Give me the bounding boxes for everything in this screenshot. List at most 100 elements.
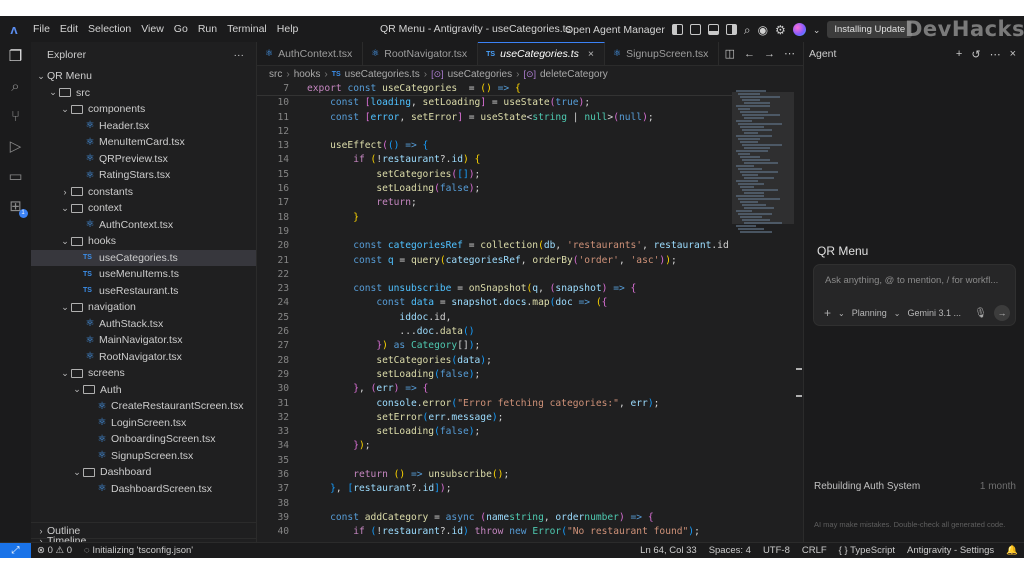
tree-file[interactable]: ⚛ LoginScreen.tsx	[31, 415, 256, 432]
tab-signupscreen[interactable]: ⚛ SignupScreen.tsx	[605, 42, 720, 65]
source-control-icon[interactable]: ⑂	[7, 108, 25, 126]
tree-file[interactable]: ⚛ CreateRestaurantScreen.tsx	[31, 398, 256, 415]
close-icon[interactable]: ×	[1010, 48, 1016, 61]
mode-select[interactable]: Planning	[852, 308, 887, 318]
recent-conversation[interactable]: Rebuilding Auth System 1 month	[814, 481, 1016, 492]
indentation[interactable]: Spaces: 4	[703, 545, 757, 556]
settings-gear-icon[interactable]: ⚙	[775, 24, 786, 36]
send-button[interactable]: →	[994, 305, 1010, 321]
menu-edit[interactable]: Edit	[55, 23, 83, 35]
remote-indicator-icon[interactable]: ⤢	[0, 542, 31, 558]
add-context-icon[interactable]: +	[824, 306, 831, 320]
avatar[interactable]	[792, 23, 806, 36]
notifications-bell-icon[interactable]: 🔔	[1000, 545, 1024, 556]
problems-indicator[interactable]: ⊗ 0 ⚠ 0	[31, 545, 78, 556]
extensions-badge: 1	[18, 209, 28, 218]
history-icon[interactable]: ↺	[971, 48, 980, 61]
menu-run[interactable]: Run	[193, 23, 222, 35]
agent-prompt-box[interactable]: Ask anything, @ to mention, / for workfl…	[813, 264, 1016, 326]
encoding[interactable]: UTF-8	[757, 545, 796, 556]
close-icon[interactable]: ×	[588, 48, 594, 60]
cursor-position[interactable]: Ln 64, Col 33	[634, 545, 703, 556]
menu-terminal[interactable]: Terminal	[222, 23, 272, 35]
code-token: return	[353, 469, 394, 481]
minimap-line	[742, 114, 780, 116]
settings-link[interactable]: Antigravity - Settings	[901, 545, 1000, 556]
run-debug-icon[interactable]: ▷	[7, 138, 25, 156]
menu-view[interactable]: View	[136, 23, 169, 35]
tree-file[interactable]: ⚛ SignupScreen.tsx	[31, 448, 256, 465]
tree-file[interactable]: ⚛ DashboardScreen.tsx	[31, 481, 256, 498]
search-icon[interactable]: ⌕	[7, 78, 25, 96]
tree-file[interactable]: ⚛ QRPreview.tsx	[31, 151, 256, 168]
menu-file[interactable]: File	[28, 23, 55, 35]
tree-item-label: OnboardingScreen.tsx	[111, 433, 216, 446]
tree-file[interactable]: ⚛ MenuItemCard.tsx	[31, 134, 256, 151]
explorer-more-icon[interactable]: ···	[234, 49, 245, 61]
tree-file[interactable]: TS useRestaurant.ts	[31, 283, 256, 300]
code-token: =	[451, 283, 469, 295]
agent-prompt-input[interactable]: Ask anything, @ to mention, / for workfl…	[825, 275, 1010, 286]
code-token: export	[307, 83, 348, 94]
tree-file[interactable]: TS useMenuItems.ts	[31, 266, 256, 283]
tree-folder[interactable]: ⌄ Auth	[31, 382, 256, 399]
menu-help[interactable]: Help	[272, 23, 304, 35]
tree-folder[interactable]: ⌄ QR Menu	[31, 68, 256, 85]
tab-authcontext[interactable]: ⚛ AuthContext.tsx	[257, 42, 364, 65]
microphone-icon[interactable]: 🎙	[974, 308, 987, 319]
tree-folder[interactable]: ⌄ context	[31, 200, 256, 217]
breadcrumb-item[interactable]: hooks	[294, 69, 321, 80]
tree-folder[interactable]: › constants	[31, 184, 256, 201]
tree-file[interactable]: ⚛ OnboardingScreen.tsx	[31, 431, 256, 448]
toggle-panel-icon[interactable]	[707, 24, 719, 35]
files-icon[interactable]: ❐	[7, 48, 25, 66]
tree-file[interactable]: ⚛ MainNavigator.tsx	[31, 332, 256, 349]
code-editor[interactable]: 7 export const useCategories = () => {10 …	[257, 82, 732, 542]
more-actions-icon[interactable]: ⋯	[784, 47, 795, 60]
tree-folder[interactable]: ⌄ components	[31, 101, 256, 118]
open-agent-manager-button[interactable]: Open Agent Manager	[565, 24, 665, 36]
toggle-sidebar-icon[interactable]	[671, 24, 683, 35]
chevron-down-icon[interactable]: ⌄	[813, 24, 821, 36]
react-file-icon: ⚛	[97, 400, 107, 412]
code-text: const addCategory = async (namestring, o…	[289, 511, 654, 525]
arrow-right-icon[interactable]: →	[764, 48, 775, 60]
account-icon[interactable]: ◉	[758, 24, 768, 36]
minimap-line	[740, 126, 764, 128]
minimap[interactable]	[732, 82, 794, 542]
toggle-secondary-sidebar-icon[interactable]	[725, 24, 737, 35]
editor-scrollbar[interactable]	[794, 82, 803, 542]
breadcrumb-item[interactable]: deleteCategory	[540, 69, 608, 80]
tree-folder[interactable]: ⌄ hooks	[31, 233, 256, 250]
installing-update-button[interactable]: Installing Update	[827, 21, 913, 38]
tree-file[interactable]: ⚛ RootNavigator.tsx	[31, 349, 256, 366]
menu-go[interactable]: Go	[169, 23, 193, 35]
layout-icon[interactable]	[689, 24, 701, 35]
end-of-line[interactable]: CRLF	[796, 545, 833, 556]
menu-selection[interactable]: Selection	[83, 23, 136, 35]
tree-file[interactable]: ⚛ AuthContext.tsx	[31, 217, 256, 234]
tree-file[interactable]: ⚛ AuthStack.tsx	[31, 316, 256, 333]
tree-folder[interactable]: ⌄ src	[31, 85, 256, 102]
tab-usecategories[interactable]: TS useCategories.ts ×	[478, 42, 606, 65]
breadcrumb-item[interactable]: src	[269, 69, 282, 80]
arrow-left-icon[interactable]: ←	[744, 48, 755, 60]
tree-folder[interactable]: ⌄ Dashboard	[31, 464, 256, 481]
search-icon[interactable]: ⌕	[744, 24, 751, 36]
model-select[interactable]: Gemini 3.1 ...	[907, 308, 961, 318]
new-chat-icon[interactable]: +	[956, 48, 962, 61]
extensions-icon[interactable]: ⊞ 1	[7, 198, 28, 218]
breadcrumb-item[interactable]: useCategories.ts	[345, 69, 420, 80]
tree-file[interactable]: TS useCategories.ts	[31, 249, 256, 266]
code-token: as	[387, 340, 411, 352]
remote-explorer-icon[interactable]: ▭	[7, 168, 25, 186]
more-actions-icon[interactable]: ⋯	[990, 48, 1001, 61]
tree-file[interactable]: ⚛ RatingStars.tsx	[31, 167, 256, 184]
tab-rootnavigator[interactable]: ⚛ RootNavigator.tsx	[363, 42, 479, 65]
split-editor-icon[interactable]: ◫	[725, 47, 735, 60]
breadcrumb-item[interactable]: useCategories	[448, 69, 512, 80]
language-mode[interactable]: { } TypeScript	[833, 545, 901, 556]
tree-file[interactable]: ⚛ Header.tsx	[31, 118, 256, 135]
tree-folder[interactable]: ⌄ navigation	[31, 299, 256, 316]
tree-folder[interactable]: ⌄ screens	[31, 365, 256, 382]
